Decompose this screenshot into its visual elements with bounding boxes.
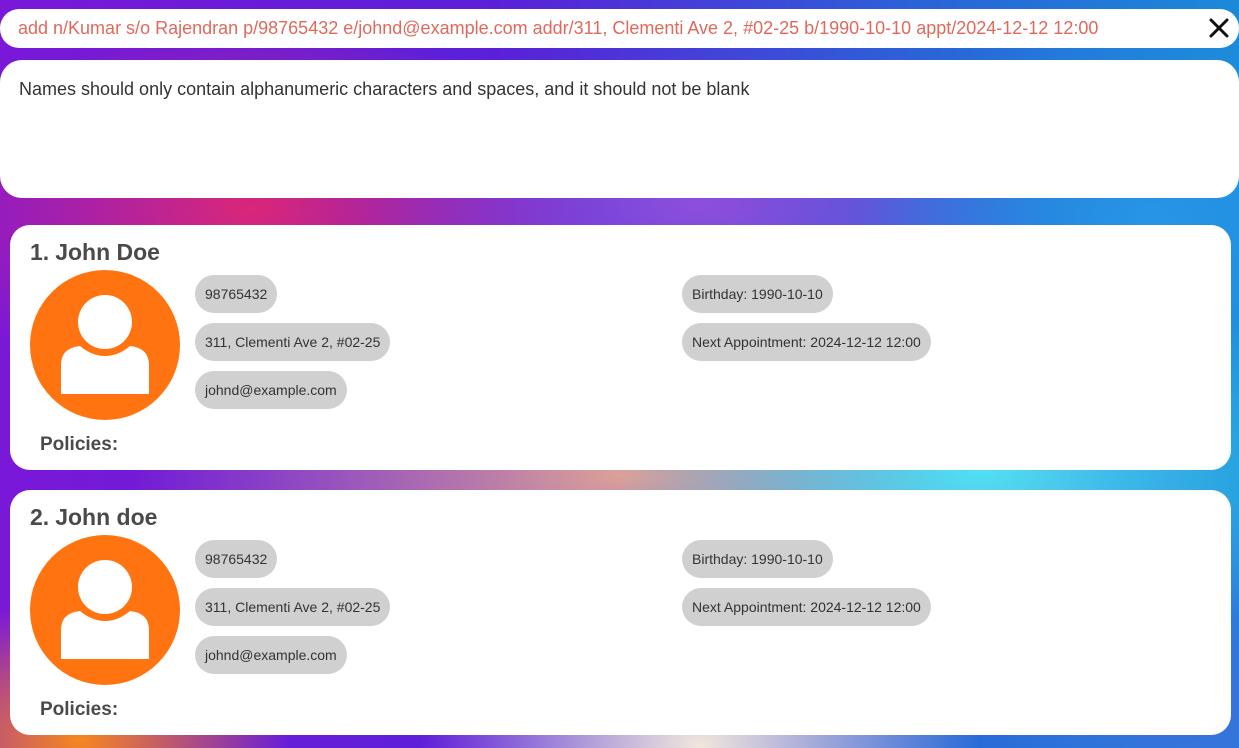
person-avatar-icon bbox=[30, 535, 180, 685]
command-input[interactable]: add n/Kumar s/o Rajendran p/98765432 e/j… bbox=[18, 17, 1098, 39]
address-chip: 311, Clementi Ave 2, #02-25 bbox=[195, 323, 391, 361]
person-name-heading: 1. John Doe bbox=[30, 239, 160, 266]
policies-label: Policies: bbox=[40, 699, 119, 720]
close-icon[interactable] bbox=[1207, 16, 1231, 40]
person-card[interactable]: 1. John Doe 98765432 311, Clementi Ave 2,… bbox=[10, 225, 1231, 470]
phone-chip: 98765432 bbox=[195, 540, 278, 578]
appointment-chip: Next Appointment: 2024-12-12 12:00 bbox=[682, 323, 931, 361]
address-chip: 311, Clementi Ave 2, #02-25 bbox=[195, 588, 391, 626]
result-message: Names should only contain alphanumeric c… bbox=[19, 79, 750, 99]
email-chip: johnd@example.com bbox=[195, 371, 347, 409]
birthday-chip: Birthday: 1990-10-10 bbox=[682, 540, 833, 578]
person-index: 1. bbox=[30, 239, 50, 265]
appointment-chip: Next Appointment: 2024-12-12 12:00 bbox=[682, 588, 931, 626]
policies-label: Policies: bbox=[40, 434, 119, 455]
person-index: 2. bbox=[30, 504, 50, 530]
birthday-chip: Birthday: 1990-10-10 bbox=[682, 275, 833, 313]
person-name: John doe bbox=[55, 504, 158, 530]
person-avatar-icon bbox=[30, 270, 180, 420]
person-name-heading: 2. John doe bbox=[30, 504, 157, 531]
person-card[interactable]: 2. John doe 98765432 311, Clementi Ave 2,… bbox=[10, 490, 1231, 735]
phone-chip: 98765432 bbox=[195, 275, 278, 313]
email-chip: johnd@example.com bbox=[195, 636, 347, 674]
command-box[interactable]: add n/Kumar s/o Rajendran p/98765432 e/j… bbox=[0, 9, 1239, 48]
person-name: John Doe bbox=[55, 239, 160, 265]
